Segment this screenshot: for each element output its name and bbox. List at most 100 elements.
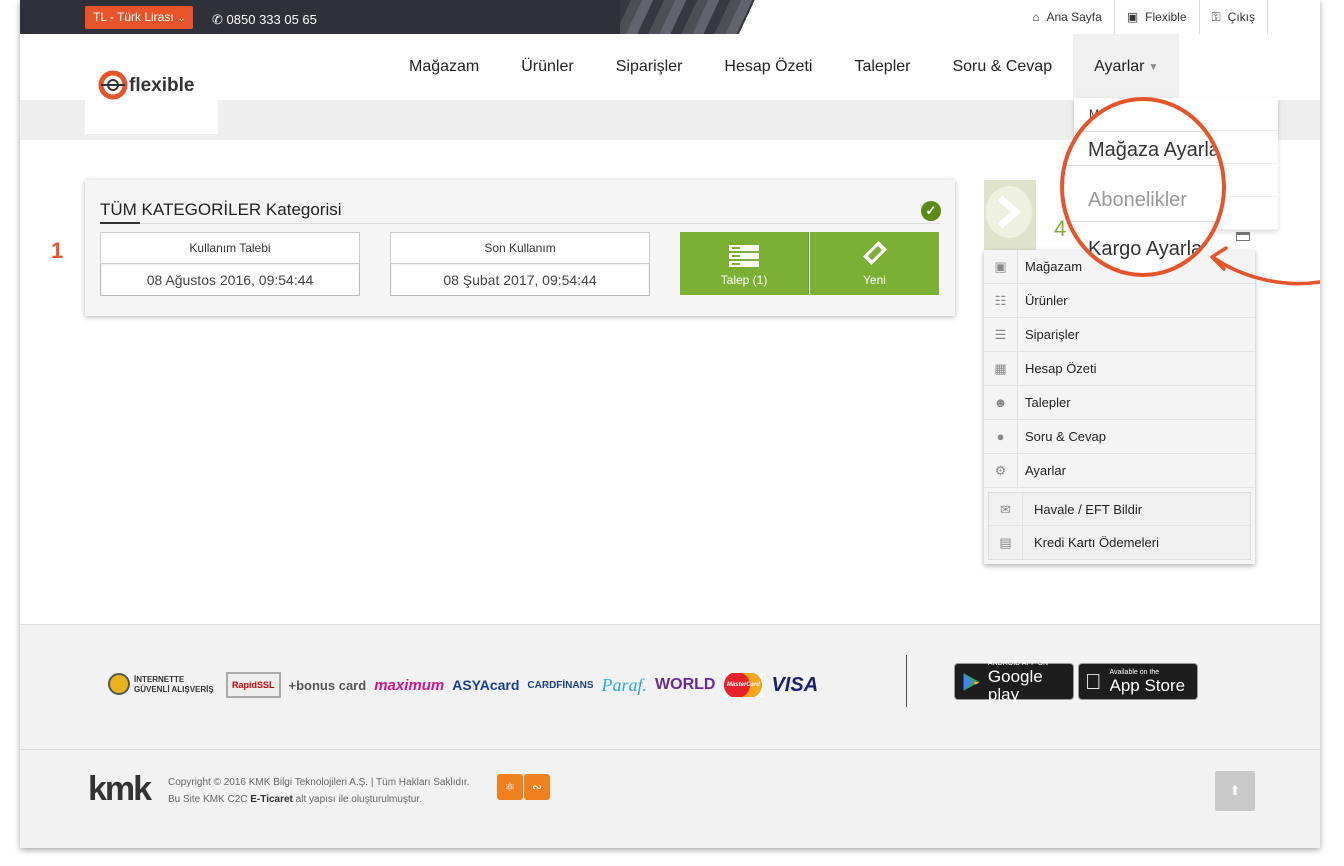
divider [100, 223, 940, 224]
last-usage-value: 08 Şubat 2017, 09:54:44 [390, 264, 650, 296]
nav-item-store[interactable]: Mağazam [388, 34, 500, 100]
side-tile[interactable] [984, 180, 1036, 250]
calculator-icon: ▦ [984, 351, 1018, 386]
top-link-logout[interactable]: ⚿ Çıkış [1198, 0, 1268, 34]
android-big-text: Google play [987, 666, 1043, 704]
side-menu-label: Mağazam [1025, 259, 1083, 274]
side-menu-item-account-summary[interactable]: ▦ Hesap Özeti [984, 351, 1255, 386]
phone-icon: ✆ [212, 12, 223, 27]
zoom-item-shipping-settings: Kargo Ayarları [1088, 238, 1215, 260]
nav-item-orders[interactable]: Siparişler [595, 34, 704, 100]
last-usage-label: Son Kullanım [390, 232, 650, 264]
lock-icon [108, 673, 130, 695]
copyright-line-1: Copyright © 2016 KMK Bilgi Teknolojileri… [168, 777, 470, 788]
side-menu-label: Havale / EFT Bildir [1034, 501, 1143, 517]
visa-logo: VISA [771, 673, 819, 696]
apple-icon:  [1085, 669, 1102, 695]
main-nav: Mağazam Ürünler Siparişler Hesap Özeti T… [388, 34, 1180, 100]
side-menu-label: Siparişler [1025, 327, 1080, 342]
top-link-home[interactable]: ⌂ Ana Sayfa [1020, 0, 1114, 34]
play-store-icon [963, 672, 980, 691]
top-links: ⌂ Ana Sayfa ▣ Flexible ⚿ Çıkış [1020, 0, 1268, 34]
unlock-icon: ⚿ [1211, 9, 1221, 24]
top-link-label: Ana Sayfa [1046, 10, 1102, 24]
nav-item-requests[interactable]: Talepler [833, 34, 931, 100]
side-menu-label: Ürünler [1025, 293, 1068, 308]
request-button[interactable]: Talep (1) [680, 232, 809, 295]
bonus-card-logo: +bonus card [288, 677, 367, 693]
side-menu-label: Ayarlar [1025, 463, 1066, 478]
usage-request-field: Kullanım Talebi 08 Ağustos 2016, 09:54:4… [100, 232, 360, 296]
card-title: TÜM KATEGORİLER Kategorisi [100, 200, 342, 219]
divider [1064, 131, 1222, 132]
nav-item-settings[interactable]: Ayarlar ▼ [1073, 34, 1180, 100]
payment-logos: İNTERNETTE GÜVENLİ ALIŞVERİŞ RapidSSL +b… [108, 665, 826, 705]
side-menu-label: Kredi Kartı Ödemeleri [1034, 535, 1159, 550]
app-store-button[interactable]:  Available on the App Store [1078, 663, 1198, 700]
social-share-icon[interactable]: ⚛ [497, 774, 523, 800]
side-menu-item-eft[interactable]: ✉ Havale / EFT Bildir [989, 492, 1250, 526]
row-number: 1 [51, 238, 64, 263]
flexible-logo: flexible [98, 70, 194, 100]
users-icon: ☻ [984, 385, 1018, 420]
side-menu-item-credit-card[interactable]: ▤ Kredi Kartı Ödemeleri [989, 526, 1250, 559]
side-count: 4 [1054, 216, 1067, 241]
side-menu-item-orders[interactable]: ☰ Siparişler [984, 317, 1255, 352]
zoom-item-subscriptions: Abonelikler [1088, 189, 1187, 211]
currency-button[interactable]: TL - Türk Lirası ⌄ [85, 6, 194, 29]
rss-icon[interactable]: ∾ [524, 774, 550, 800]
side-menu-label: Soru & Cevap [1025, 429, 1106, 444]
side-menu: ▣ Mağazam ☷ Ürünler ☰ Siparişler ▦ Hesap… [984, 249, 1255, 564]
home-icon: ⌂ [1032, 10, 1040, 24]
top-link-label: Flexible [1145, 10, 1187, 24]
side-menu-label: Talepler [1025, 395, 1071, 410]
nav-item-settings-label: Ayarlar [1094, 58, 1145, 75]
side-menu-item-requests[interactable]: ☻ Talepler [984, 385, 1255, 420]
new-button-label: Yeni [863, 273, 886, 287]
phone-text: 0850 333 05 65 [226, 12, 317, 27]
zoom-item-store-settings: Mağaza Ayarları [1088, 139, 1226, 161]
page: TL - Türk Lirası ⌄ ✆ 0850 333 05 65 ⌂ Ana… [20, 0, 1320, 848]
side-menu-item-settings[interactable]: ⚙ Ayarlar [984, 453, 1255, 488]
apple-big-text: App Store [1093, 675, 1186, 695]
back-to-top-button[interactable]: ⬆ [1215, 771, 1255, 811]
server-icon [729, 245, 759, 267]
side-menu-item-qa[interactable]: ● Soru & Cevap [984, 419, 1255, 454]
divider [1064, 221, 1222, 222]
copyright-text: Copyright © 2016 KMK Bilgi Teknolojileri… [168, 774, 469, 808]
google-play-button[interactable]: ANDROID APP ON Google play [954, 660, 1074, 703]
top-link-flexible[interactable]: ▣ Flexible [1113, 0, 1199, 34]
logo-box[interactable]: flexible [85, 34, 218, 134]
divider [906, 655, 907, 707]
new-button[interactable]: Yeni [810, 232, 939, 295]
request-button-label: Talep (1) [720, 273, 768, 287]
last-usage-field: Son Kullanım 08 Şubat 2017, 09:54:44 [390, 232, 650, 296]
top-bar: TL - Türk Lirası ⌄ ✆ 0850 333 05 65 ⌂ Ana… [20, 0, 1320, 34]
side-submenu: ✉ Havale / EFT Bildir ▤ Kredi Kartı Ödem… [988, 492, 1251, 560]
kmk-logo[interactable]: kmk [88, 770, 152, 809]
chevron-right-icon [986, 186, 1032, 238]
divider [1064, 165, 1222, 166]
barcode-icon: ☷ [984, 283, 1018, 318]
logo-text: flexible [129, 75, 194, 96]
chevron-down-icon: ⌄ [177, 13, 186, 23]
pointer-arrow-icon [1210, 246, 1320, 286]
nav-item-account-summary[interactable]: Hesap Özeti [703, 34, 833, 100]
nav-item-products[interactable]: Ürünler [500, 34, 594, 100]
rapidssl-logo: RapidSSL [226, 672, 281, 698]
paraf-logo: Paraf. [601, 674, 648, 695]
nav-item-qa[interactable]: Soru & Cevap [931, 34, 1073, 100]
comment-icon: ● [984, 419, 1018, 454]
asyacard-logo: ASYAcard [452, 677, 520, 693]
world-logo: WORLD [655, 676, 716, 693]
top-bar-fade [720, 0, 820, 34]
cube-icon: ▣ [984, 249, 1018, 284]
usage-request-label: Kullanım Talebi [100, 232, 360, 264]
cogs-icon: ⚙ [984, 453, 1018, 488]
arrow-up-icon: ⬆ [1229, 783, 1241, 798]
list-icon: ☰ [984, 317, 1018, 352]
ticket-icon [862, 240, 887, 266]
credit-card-icon: ▤ [989, 526, 1023, 559]
currency-label: TL - Türk Lirası [93, 10, 174, 24]
cardfinans-logo: CARDFİNANS [527, 679, 594, 691]
